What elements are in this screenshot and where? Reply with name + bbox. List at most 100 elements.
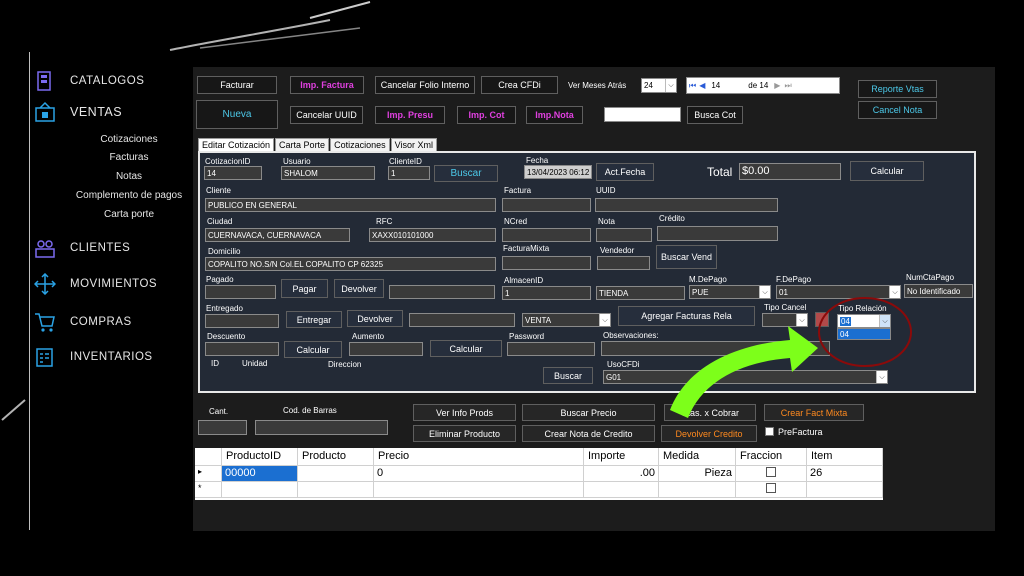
sidebar-item-ventas[interactable]: VENTAS (34, 101, 122, 123)
imp-factura-button[interactable]: Imp. Factura (290, 76, 364, 94)
sidebar-item-inventarios[interactable]: INVENTARIOS (34, 346, 153, 368)
calcular-total-button[interactable]: Calcular (850, 161, 924, 181)
tab-cotizaciones[interactable]: Cotizaciones (330, 138, 390, 152)
devolver-pagado-button[interactable]: Devolver (334, 279, 384, 298)
ncred-field[interactable] (502, 228, 591, 242)
buscar-direccion-button[interactable]: Buscar (543, 367, 593, 384)
pagar-button[interactable]: Pagar (281, 279, 328, 298)
imp-nota-button[interactable]: Imp.Nota (526, 106, 583, 124)
next-record-icon[interactable]: ▶ (774, 80, 780, 91)
tab-visor-xml[interactable]: Visor Xml (390, 138, 437, 152)
password-field[interactable] (507, 342, 595, 356)
rfc-field[interactable]: XAXX010101000 (369, 228, 496, 242)
uso-cfdi-value: G01 (606, 373, 622, 382)
calcular-aumento-button[interactable]: Calcular (430, 340, 502, 357)
grid-col-header[interactable]: Fraccion (736, 448, 807, 466)
grid-col-header[interactable]: Item (807, 448, 883, 466)
eliminar-producto-button[interactable]: Eliminar Producto (413, 425, 516, 442)
factura-field[interactable] (502, 198, 591, 212)
fraccion-checkbox[interactable] (766, 467, 776, 477)
sidebar-item-clientes[interactable]: CLIENTES (34, 237, 130, 259)
reporte-vtas-button[interactable]: Reporte Vtas (858, 80, 937, 98)
cell-precio[interactable]: 0 (374, 466, 584, 482)
aumento-field[interactable] (349, 342, 423, 356)
almacen-field[interactable]: 1 (502, 286, 591, 300)
tipo-venta-select[interactable]: VENTA ⌵ (522, 313, 611, 327)
prev-record-icon[interactable]: ◀ (699, 80, 705, 91)
grid-col-header[interactable]: Producto (298, 448, 374, 466)
factura-mixta-field[interactable] (502, 256, 591, 270)
buscar-cliente-button[interactable]: Buscar (434, 165, 498, 182)
act-fecha-button[interactable]: Act.Fecha (596, 163, 654, 181)
grid-col-header[interactable]: Precio (374, 448, 584, 466)
last-record-icon[interactable]: ⏭ (784, 80, 791, 91)
cell-new[interactable] (222, 482, 298, 498)
entregado-field[interactable] (205, 314, 279, 328)
nueva-button[interactable]: Nueva (196, 100, 278, 129)
cell-productoid[interactable]: 00000 (222, 466, 298, 482)
cancelar-uuid-button[interactable]: Cancelar UUID (290, 106, 363, 124)
cell-fraccion[interactable] (736, 466, 807, 482)
cell-producto[interactable] (298, 466, 374, 482)
cant-field[interactable] (198, 420, 247, 435)
busca-cot-button[interactable]: Busca Cot (687, 106, 743, 124)
vendedor-field[interactable] (597, 256, 650, 270)
devolver-pagado-field[interactable] (389, 285, 495, 299)
move-icon (34, 273, 56, 295)
imp-presu-button[interactable]: Imp. Presu (375, 106, 445, 124)
sidebar-sub-notas[interactable]: Notas (49, 171, 209, 182)
sidebar-sub-cotizaciones[interactable]: Cotizaciones (49, 134, 209, 145)
usuario-field[interactable]: SHALOM (281, 166, 375, 180)
cell-new[interactable] (298, 482, 374, 498)
cell-item[interactable]: 26 (807, 466, 883, 482)
grid-col-header[interactable]: Medida (659, 448, 736, 466)
fecha-field[interactable]: 13/04/2023 06:12 (524, 165, 592, 179)
devolver-entregado-button[interactable]: Devolver (347, 310, 403, 327)
sidebar-sub-facturas[interactable]: Facturas (49, 152, 209, 163)
calcular-descuento-button[interactable]: Calcular (284, 341, 342, 358)
cell-importe[interactable]: .00 (584, 466, 659, 482)
nav-current[interactable]: 14 (711, 80, 720, 91)
nota-field[interactable] (596, 228, 652, 242)
buscar-precio-button[interactable]: Buscar Precio (522, 404, 655, 421)
first-record-icon[interactable]: ⏮ (689, 80, 696, 91)
tab-carta-porte[interactable]: Carta Porte (275, 138, 330, 152)
devolver-entregado-field[interactable] (409, 313, 515, 327)
cell-new-fraccion[interactable] (736, 482, 807, 498)
cliente-field[interactable]: PUBLICO EN GENERAL (205, 198, 496, 212)
cancelar-folio-button[interactable]: Cancelar Folio Interno (375, 76, 475, 94)
sidebar-sub-carta-porte[interactable]: Carta porte (49, 209, 209, 220)
crear-nota-credito-button[interactable]: Crear Nota de Credito (522, 425, 655, 442)
cell-new[interactable] (584, 482, 659, 498)
ver-meses-select[interactable]: 24 ⌵ (641, 78, 677, 93)
uuid-field[interactable] (595, 198, 778, 212)
cell-new[interactable] (374, 482, 584, 498)
sidebar-sub-complemento[interactable]: Complemento de pagos (49, 190, 209, 201)
credito-field[interactable] (657, 226, 778, 241)
cod-barras-field[interactable] (255, 420, 388, 435)
cotizacion-id-field[interactable]: 14 (204, 166, 262, 180)
cell-new[interactable] (807, 482, 883, 498)
cancel-nota-button[interactable]: Cancel Nota (858, 101, 937, 119)
ciudad-field[interactable]: CUERNAVACA, CUERNAVACA (205, 228, 350, 242)
grid-col-header[interactable]: Importe (584, 448, 659, 466)
cell-medida[interactable]: Pieza (659, 466, 736, 482)
crea-cfdi-button[interactable]: Crea CFDi (481, 76, 558, 94)
pagado-field[interactable] (205, 285, 276, 299)
fraccion-checkbox[interactable] (766, 483, 776, 493)
ver-info-prods-button[interactable]: Ver Info Prods (413, 404, 516, 421)
sidebar-item-compras[interactable]: COMPRAS (34, 311, 132, 333)
tab-editar-cotizacion[interactable]: Editar Cotización (198, 138, 275, 152)
grid-col-header[interactable]: ProductoID (222, 448, 298, 466)
sidebar-item-catalogos[interactable]: CATALOGOS (34, 70, 144, 92)
buscar-vend-button[interactable]: Buscar Vend (656, 245, 717, 269)
domicilio-field[interactable]: COPALITO NO.S/N Col.EL COPALITO CP 62325 (205, 257, 496, 271)
cliente-id-field[interactable]: 1 (388, 166, 430, 180)
imp-cot-button[interactable]: Imp. Cot (457, 106, 516, 124)
cell-new[interactable] (659, 482, 736, 498)
descuento-field[interactable] (205, 342, 279, 356)
busca-cot-input[interactable] (604, 107, 681, 122)
entregar-button[interactable]: Entregar (286, 311, 342, 328)
facturar-button[interactable]: Facturar (197, 76, 277, 94)
sidebar-item-movimientos[interactable]: MOVIMIENTOS (34, 273, 157, 295)
